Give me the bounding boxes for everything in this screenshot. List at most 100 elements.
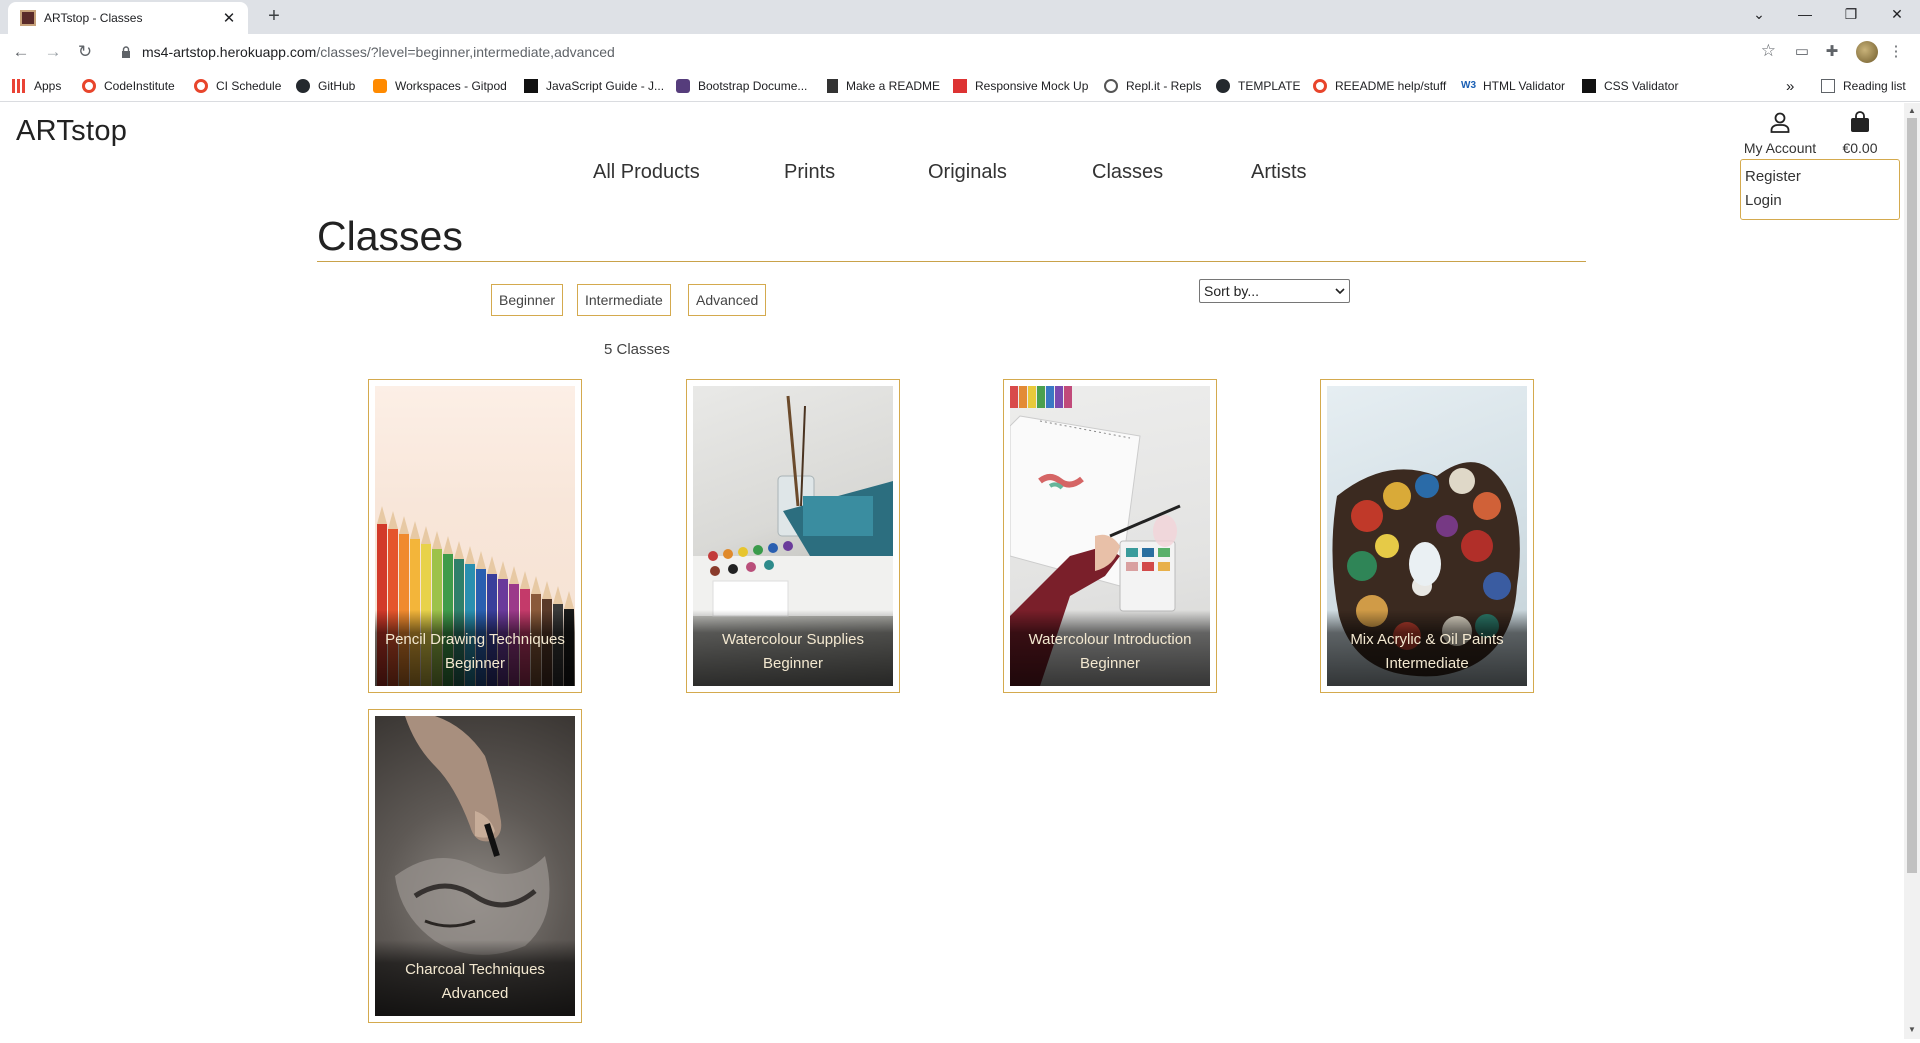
- nav-prints[interactable]: Prints: [784, 161, 835, 184]
- bookmark-label: Bootstrap Docume...: [698, 79, 808, 93]
- bookmark-template[interactable]: TEMPLATE: [1216, 77, 1300, 95]
- close-tab-icon[interactable]: ✕: [220, 9, 238, 27]
- class-card[interactable]: Mix Acrylic & Oil Paints Intermediate: [1320, 379, 1534, 693]
- back-icon[interactable]: ←: [8, 40, 34, 64]
- page-content: ARTstop My Account €0.00 Register Login …: [0, 103, 1904, 1039]
- bag-total: €0.00: [1842, 140, 1878, 156]
- class-card[interactable]: Watercolour Introduction Beginner: [1003, 379, 1217, 693]
- mdn-icon: [524, 79, 538, 93]
- bookmark-readme-help[interactable]: REEADME help/stuff: [1313, 77, 1446, 95]
- class-count: 5 Classes: [604, 341, 670, 358]
- sort-select-value: Sort by...: [1204, 283, 1259, 299]
- nav-classes[interactable]: Classes: [1092, 161, 1163, 184]
- bookmark-label: Workspaces - Gitpod: [395, 79, 507, 93]
- bookmark-label: CodeInstitute: [104, 79, 175, 93]
- bookmark-codeinstitute[interactable]: CodeInstitute: [82, 77, 175, 95]
- browser-tab[interactable]: ARTstop - Classes ✕: [8, 2, 248, 34]
- class-name: Charcoal Techniques: [405, 961, 545, 978]
- bookmark-readme[interactable]: Make a README: [827, 77, 940, 95]
- register-link[interactable]: Register: [1745, 165, 1895, 189]
- bookmark-label: Apps: [34, 79, 62, 93]
- class-name: Pencil Drawing Techniques: [385, 631, 565, 648]
- class-card[interactable]: Pencil Drawing Techniques Beginner: [368, 379, 582, 693]
- class-card[interactable]: Charcoal Techniques Advanced: [368, 709, 582, 1023]
- profile-avatar[interactable]: [1856, 41, 1878, 63]
- bookmark-label: HTML Validator: [1483, 79, 1566, 93]
- gitpod-icon: [373, 79, 387, 93]
- bookmark-js-guide[interactable]: JavaScript Guide - J...: [524, 77, 664, 95]
- lock-icon: [122, 46, 130, 58]
- login-link[interactable]: Login: [1745, 189, 1895, 213]
- w3c-icon: W3: [1461, 80, 1476, 91]
- reading-list-button[interactable]: Reading list: [1821, 77, 1906, 95]
- reading-list-label: Reading list: [1843, 79, 1906, 93]
- bookmark-label: TEMPLATE: [1238, 79, 1301, 93]
- bookmarks-overflow-button[interactable]: »: [1786, 77, 1794, 95]
- new-tab-button[interactable]: +: [260, 5, 288, 29]
- filter-advanced-button[interactable]: Advanced: [688, 284, 767, 316]
- codeinstitute-icon: [1313, 79, 1327, 93]
- class-caption: Watercolour Supplies Beginner: [693, 610, 893, 686]
- my-account-link[interactable]: My Account: [1740, 111, 1820, 156]
- scroll-up-arrow-icon[interactable]: ▲: [1904, 104, 1920, 118]
- class-caption: Pencil Drawing Techniques Beginner: [375, 610, 575, 686]
- site-logo[interactable]: ARTstop: [16, 115, 127, 148]
- sort-select[interactable]: Sort by...: [1199, 279, 1350, 303]
- class-image: Mix Acrylic & Oil Paints Intermediate: [1327, 386, 1527, 686]
- address-bar[interactable]: ms4-artstop.herokuapp.com/classes/?level…: [108, 37, 1786, 67]
- restore-button[interactable]: ❐: [1828, 0, 1874, 30]
- bookmark-bootstrap[interactable]: Bootstrap Docume...: [676, 77, 807, 95]
- bookmark-gitpod[interactable]: Workspaces - Gitpod: [373, 77, 507, 95]
- bookmark-replit[interactable]: Repl.it - Repls: [1104, 77, 1201, 95]
- reading-list-icon: [1821, 79, 1835, 93]
- shopping-bag-link[interactable]: €0.00: [1836, 111, 1884, 156]
- class-image: Pencil Drawing Techniques Beginner: [375, 386, 575, 686]
- url-path: /classes/?level=beginner,intermediate,ad…: [316, 44, 615, 60]
- extensions-icon[interactable]: ✚: [1822, 42, 1842, 62]
- class-image: Watercolour Introduction Beginner: [1010, 386, 1210, 686]
- minimize-button[interactable]: —: [1782, 0, 1828, 30]
- nav-all-products[interactable]: All Products: [593, 161, 700, 184]
- class-image: Watercolour Supplies Beginner: [693, 386, 893, 686]
- scrollbar-thumb[interactable]: [1907, 118, 1917, 873]
- filter-intermediate-button[interactable]: Intermediate: [577, 284, 671, 316]
- close-window-button[interactable]: ✕: [1874, 0, 1920, 30]
- scroll-down-arrow-icon[interactable]: ▼: [1904, 1023, 1920, 1037]
- browser-toolbar: ← → ↻ ms4-artstop.herokuapp.com/classes/…: [0, 34, 1920, 70]
- browser-tab-strip: ARTstop - Classes ✕ + ⌄ — ❐ ✕: [0, 0, 1920, 34]
- bookmark-label: Repl.it - Repls: [1126, 79, 1202, 93]
- filter-beginner-button[interactable]: Beginner: [491, 284, 564, 316]
- class-caption: Charcoal Techniques Advanced: [375, 940, 575, 1016]
- bookmark-label: JavaScript Guide - J...: [546, 79, 665, 93]
- tab-search-icon[interactable]: ⌄: [1736, 0, 1782, 30]
- nav-artists[interactable]: Artists: [1251, 161, 1307, 184]
- apps-grid-icon: [12, 79, 26, 93]
- bookmark-mockup[interactable]: Responsive Mock Up: [953, 77, 1088, 95]
- site-favicon-icon: [20, 10, 36, 26]
- chevron-down-icon: [1335, 288, 1345, 294]
- nav-originals[interactable]: Originals: [928, 161, 1007, 184]
- bookmark-css-validator[interactable]: CSS Validator: [1582, 77, 1678, 95]
- my-account-label: My Account: [1743, 140, 1817, 156]
- class-name: Watercolour Introduction: [1028, 631, 1192, 648]
- bookmark-apps[interactable]: Apps: [12, 77, 61, 95]
- url-host: ms4-artstop.herokuapp.com: [142, 44, 317, 60]
- class-level: Beginner: [444, 655, 506, 672]
- class-card[interactable]: Watercolour Supplies Beginner: [686, 379, 900, 693]
- menu-kebab-icon[interactable]: ⋮: [1886, 42, 1906, 62]
- account-dropdown: Register Login: [1740, 159, 1900, 220]
- class-level: Intermediate: [1385, 655, 1469, 672]
- class-caption: Watercolour Introduction Beginner: [1010, 610, 1210, 686]
- bookmark-label: REEADME help/stuff: [1335, 79, 1447, 93]
- bookmark-label: GitHub: [318, 79, 356, 93]
- cast-icon[interactable]: ▭: [1792, 42, 1812, 62]
- forward-icon[interactable]: →: [40, 40, 66, 64]
- codeinstitute-icon: [194, 79, 208, 93]
- bookmark-html-validator[interactable]: W3 HTML Validator: [1461, 77, 1565, 95]
- document-icon: [827, 79, 838, 93]
- bookmark-star-icon[interactable]: ☆: [1761, 41, 1776, 61]
- bookmark-label: CI Schedule: [216, 79, 282, 93]
- bookmark-github[interactable]: GitHub: [296, 77, 355, 95]
- reload-icon[interactable]: ↻: [72, 40, 98, 64]
- bookmark-ci-schedule[interactable]: CI Schedule: [194, 77, 281, 95]
